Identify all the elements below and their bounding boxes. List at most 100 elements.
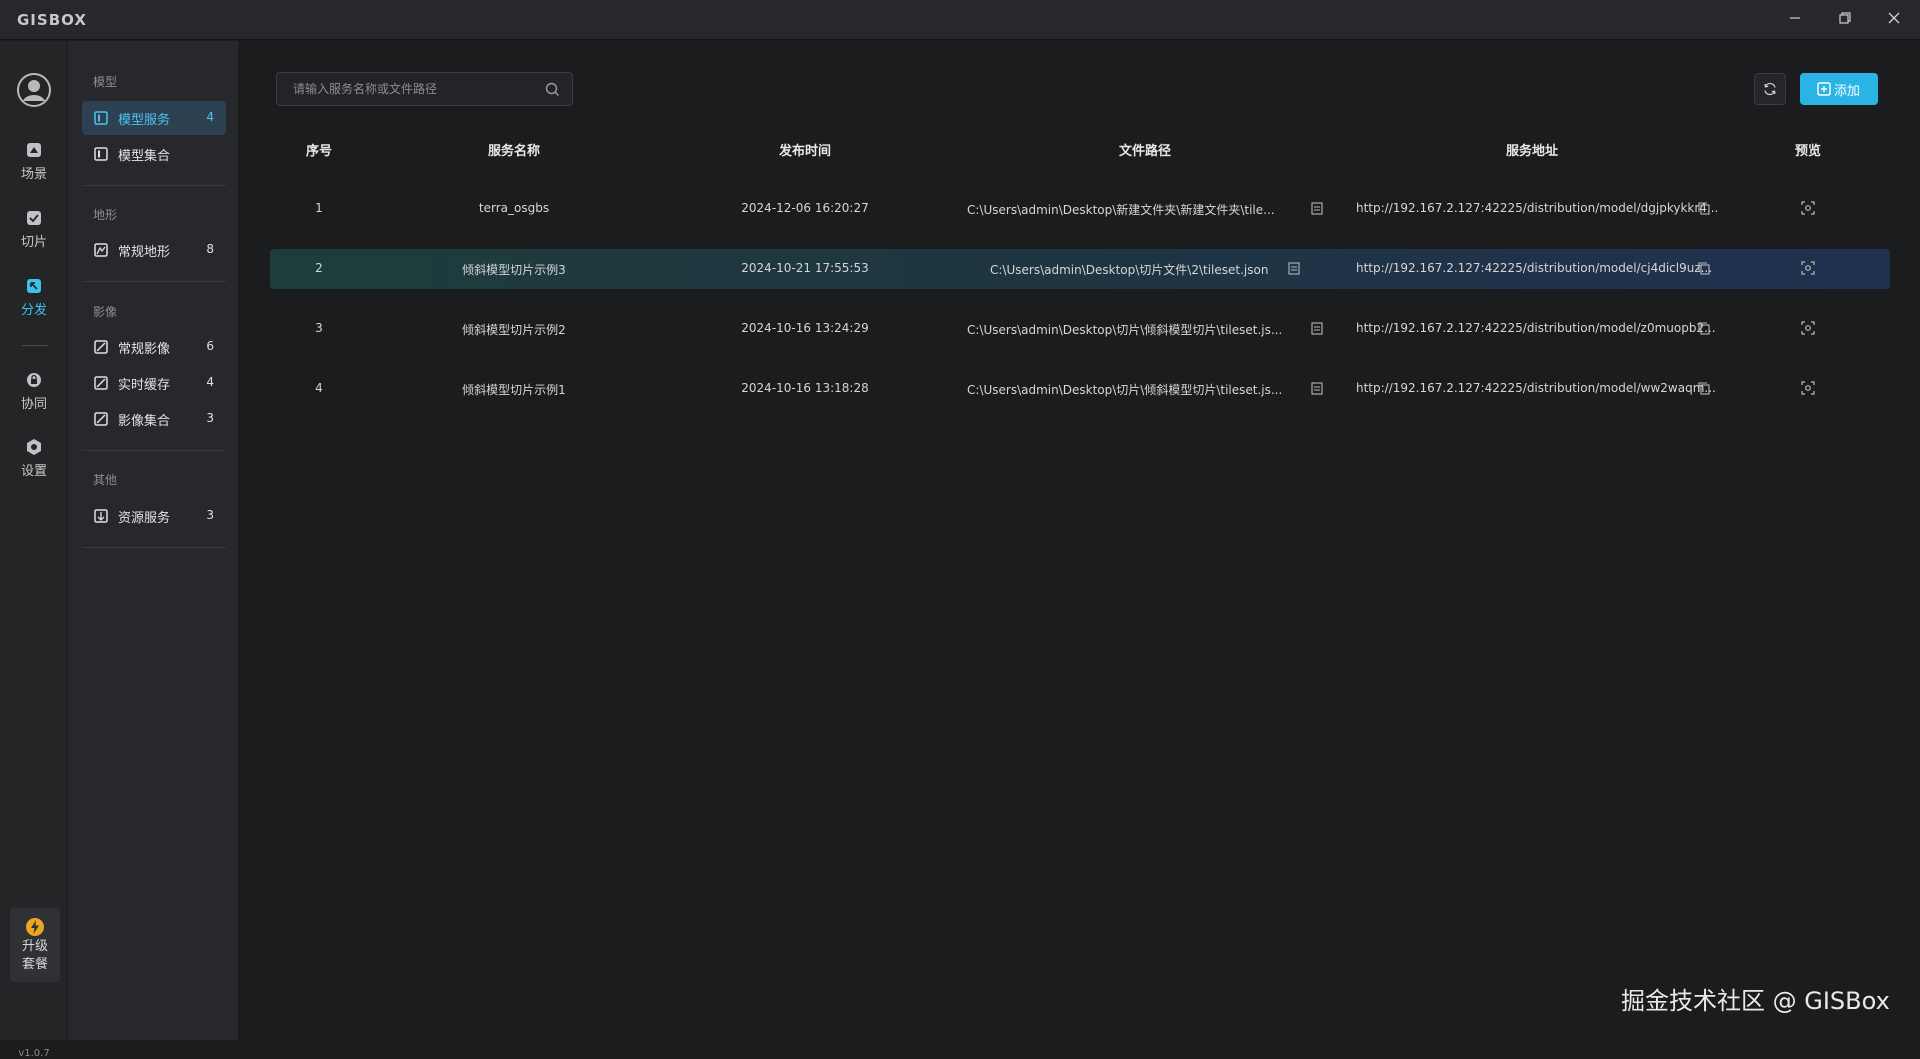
col-header-time: 发布时间 — [778, 144, 832, 159]
copy-icon[interactable] — [1698, 382, 1710, 395]
cell-path: C:\Users\admin\Desktop\切片文件\2\tileset.js… — [990, 263, 1269, 277]
cell-path: C:\Users\admin\Desktop\切片\倾斜模型切片\tileset… — [967, 323, 1283, 337]
copy-icon[interactable] — [1698, 262, 1710, 275]
cell-name: 倾斜模型切片示例2 — [462, 323, 566, 337]
refresh-icon — [1764, 82, 1776, 96]
table-row-selected[interactable]: 2 倾斜模型切片示例3 2024-10-21 17:55:53 C:\Users… — [270, 249, 1890, 289]
cell-url: http://192.167.2.127:42225/distribution/… — [1356, 381, 1716, 395]
scene-icon — [27, 143, 41, 157]
preview-icon[interactable] — [1801, 381, 1815, 395]
col-header-url: 服务地址 — [1505, 144, 1559, 159]
table-row[interactable]: 1 terra_osgbs 2024-12-06 16:20:27 C:\Use… — [270, 189, 1890, 229]
rail-item-scene[interactable]: 场景 — [0, 141, 68, 201]
open-file-icon[interactable] — [1311, 322, 1323, 335]
search-input[interactable] — [277, 73, 537, 105]
cell-url: http://192.167.2.127:42225/distribution/… — [1356, 261, 1713, 275]
restore-icon[interactable] — [1832, 8, 1858, 32]
rail-label-collab: 协同 — [20, 397, 47, 412]
search-icon[interactable] — [545, 82, 560, 97]
sidebar-divider — [82, 547, 226, 548]
add-button[interactable]: 添加 — [1800, 73, 1878, 105]
sidebar-item-count: 8 — [206, 242, 214, 256]
sidebar-item-label: 模型服务 — [118, 113, 171, 128]
watermark-text: 掘金技术社区 @ GISBox — [1621, 987, 1890, 1015]
rail-item-slice[interactable]: 切片 — [0, 209, 68, 269]
rail-divider — [22, 345, 48, 346]
cell-time: 2024-12-06 16:20:27 — [741, 201, 869, 215]
sidebar-item-label: 常规影像 — [118, 342, 171, 357]
model-service-icon — [94, 111, 108, 125]
col-header-path: 文件路径 — [1118, 144, 1172, 159]
main-panel: 添加 序号 服务名称 发布时间 文件路径 服务地址 预览 1 terra_osg… — [238, 41, 1920, 1040]
add-icon — [1817, 82, 1831, 96]
sidebar-divider — [82, 450, 226, 451]
group-title-model: 模型 — [93, 75, 118, 89]
app-logo: GISBOX — [17, 11, 87, 29]
preview-icon[interactable] — [1801, 261, 1815, 275]
rail-item-settings[interactable]: 设置 — [0, 438, 68, 498]
add-button-label: 添加 — [1834, 84, 1861, 99]
sidebar-item-label: 实时缓存 — [118, 378, 171, 393]
cell-index: 3 — [315, 321, 323, 335]
group-title-other: 其他 — [93, 473, 118, 487]
sidebar-item-count: 4 — [206, 110, 214, 124]
open-file-icon[interactable] — [1311, 202, 1323, 215]
nav-rail: 场景 切片 分发 协同 设置 升级套餐 v1.0.7 — [0, 41, 68, 1059]
upgrade-label: 升级套餐 — [21, 939, 48, 972]
sidebar-item-imagery-collection[interactable]: 影像集合 3 — [82, 402, 226, 436]
copy-icon[interactable] — [1698, 202, 1710, 215]
cell-path: C:\Users\admin\Desktop\切片\倾斜模型切片\tileset… — [967, 383, 1283, 397]
sidebar-item-count: 3 — [206, 508, 214, 522]
cell-path: C:\Users\admin\Desktop\新建文件夹\新建文件夹\tile.… — [967, 203, 1275, 217]
rail-label-distribute: 分发 — [20, 303, 47, 318]
sidebar-divider — [82, 281, 226, 282]
preview-icon[interactable] — [1801, 201, 1815, 215]
cell-index: 2 — [315, 261, 323, 275]
sidebar-item-model-collection[interactable]: 模型集合 — [82, 137, 226, 171]
cell-url: http://192.167.2.127:42225/distribution/… — [1356, 201, 1719, 215]
sidebar-item-count: 4 — [206, 375, 214, 389]
cell-time: 2024-10-16 13:18:28 — [741, 381, 869, 395]
rail-label-slice: 切片 — [20, 235, 47, 250]
preview-icon[interactable] — [1801, 321, 1815, 335]
rail-item-collab[interactable]: 协同 — [0, 371, 68, 431]
sidebar-item-realtime-cache[interactable]: 实时缓存 4 — [82, 366, 226, 400]
minimize-icon[interactable] — [1782, 8, 1808, 32]
open-file-icon[interactable] — [1288, 262, 1300, 275]
open-file-icon[interactable] — [1311, 382, 1323, 395]
version-label: v1.0.7 — [18, 1048, 50, 1059]
col-header-preview: 预览 — [1794, 144, 1822, 159]
col-header-name: 服务名称 — [487, 144, 541, 159]
group-title-imagery: 影像 — [93, 305, 118, 319]
sidebar-item-terrain[interactable]: 常规地形 8 — [82, 233, 226, 267]
cell-index: 1 — [315, 201, 323, 215]
rail-item-distribute[interactable]: 分发 — [0, 277, 68, 337]
sidebar-item-label: 模型集合 — [118, 149, 171, 164]
sidebar-item-imagery[interactable]: 常规影像 6 — [82, 330, 226, 364]
cell-index: 4 — [315, 381, 323, 395]
upgrade-plan-button[interactable]: 升级套餐 — [10, 908, 60, 982]
sidebar-item-label: 资源服务 — [118, 511, 171, 526]
cell-time: 2024-10-21 17:55:53 — [741, 261, 869, 275]
terrain-icon — [94, 243, 108, 257]
settings-icon — [27, 439, 41, 455]
table-row[interactable]: 3 倾斜模型切片示例2 2024-10-16 13:24:29 C:\Users… — [270, 309, 1890, 349]
sidebar-item-resource-service[interactable]: 资源服务 3 — [82, 499, 226, 533]
sidebar-item-label: 常规地形 — [118, 245, 171, 260]
distribute-icon — [27, 279, 41, 293]
close-icon[interactable] — [1881, 8, 1907, 32]
sidebar-item-model-service[interactable]: 模型服务 4 — [82, 101, 226, 135]
rail-label-settings: 设置 — [20, 464, 47, 479]
copy-icon[interactable] — [1698, 322, 1710, 335]
resource-service-icon — [94, 509, 108, 523]
cell-name: terra_osgbs — [478, 201, 550, 215]
slice-icon — [27, 211, 41, 225]
cell-name: 倾斜模型切片示例1 — [462, 383, 566, 397]
table-row[interactable]: 4 倾斜模型切片示例1 2024-10-16 13:18:28 C:\Users… — [270, 369, 1890, 409]
search-box — [276, 72, 573, 106]
avatar-icon[interactable] — [16, 72, 52, 108]
col-header-index: 序号 — [305, 144, 333, 159]
group-title-terrain: 地形 — [93, 208, 118, 222]
refresh-button[interactable] — [1754, 73, 1786, 105]
imagery-collection-icon — [94, 412, 108, 426]
